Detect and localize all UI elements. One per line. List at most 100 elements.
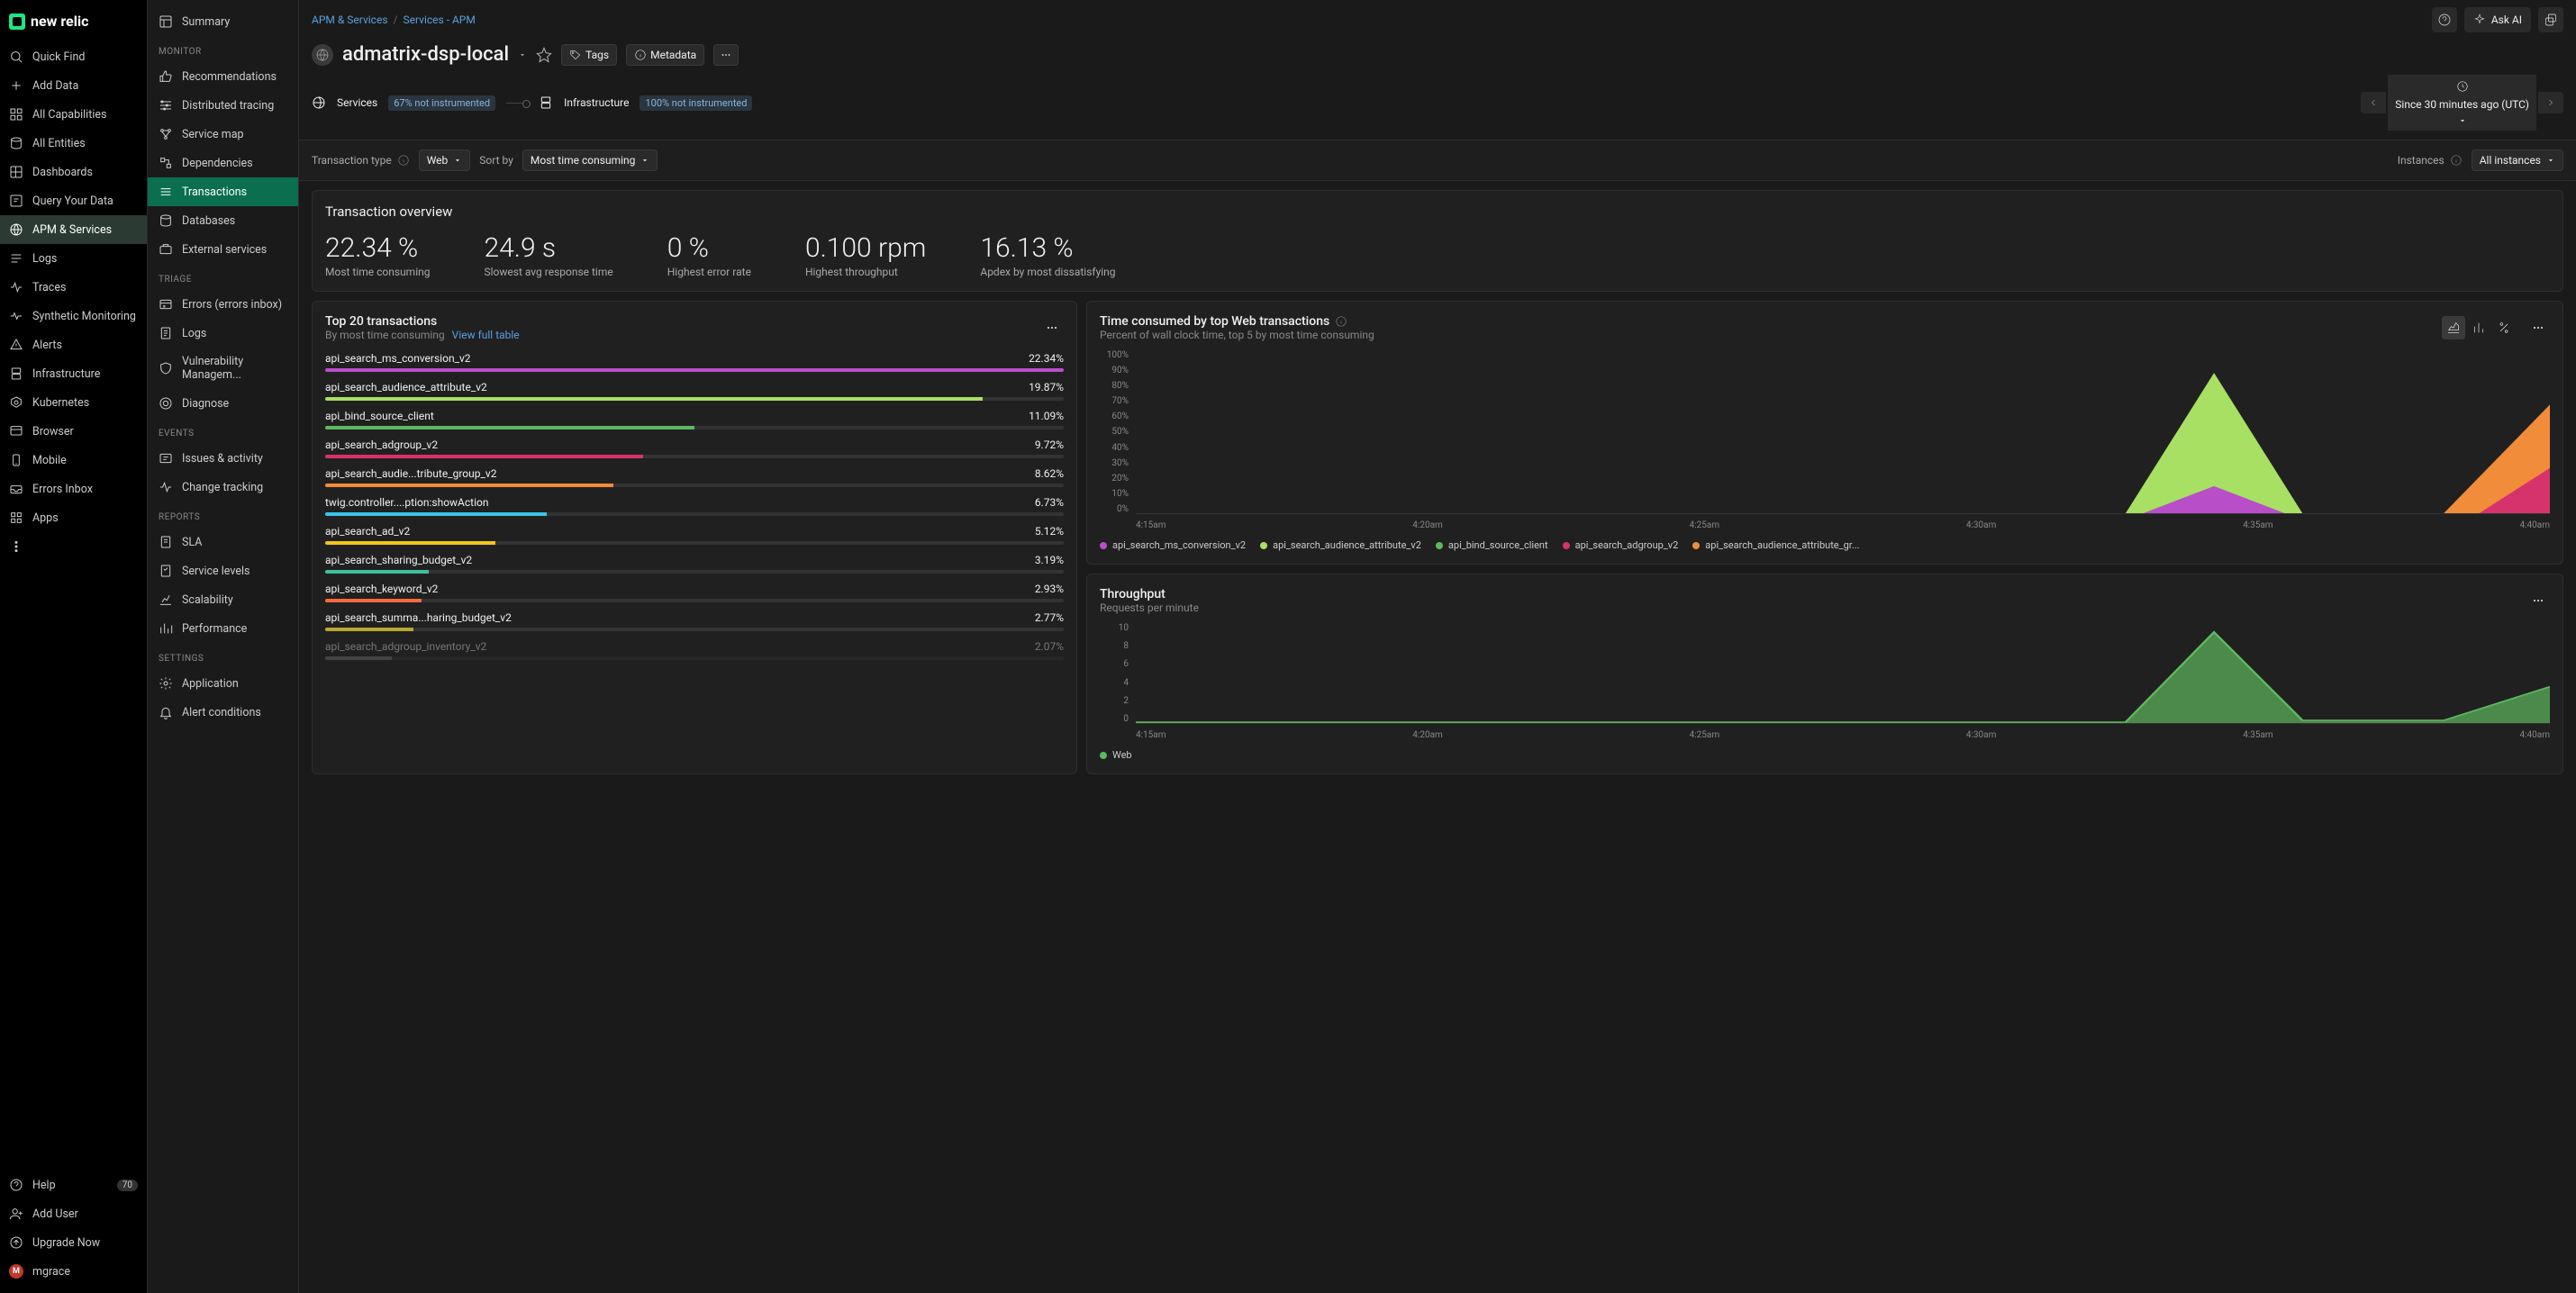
nav-dashboards[interactable]: Dashboards (0, 158, 147, 186)
sort-by-select[interactable]: Most time consuming (522, 149, 658, 171)
metadata-button[interactable]: Metadata (626, 44, 704, 66)
nav-mobile[interactable]: Mobile (0, 446, 147, 475)
tx-row[interactable]: api_search_ad_v25.12% (325, 525, 1064, 545)
tx-bar-bg (325, 368, 1064, 372)
card-menu-button[interactable] (1040, 316, 1064, 339)
sec-scalability[interactable]: Scalability (148, 585, 298, 614)
sec-performance[interactable]: Performance (148, 614, 298, 643)
title-caret-icon[interactable] (518, 50, 527, 60)
nav-logs[interactable]: Logs (0, 244, 147, 273)
nav-quick-find[interactable]: Quick Find (0, 42, 147, 71)
infra-badge[interactable]: 100% not instrumented (639, 95, 752, 111)
tx-row[interactable]: api_search_ms_conversion_v222.34% (325, 352, 1064, 372)
nav-add-data[interactable]: Add Data (0, 71, 147, 100)
legend-item[interactable]: Web (1100, 749, 1132, 761)
breadcrumb-link-1[interactable]: APM & Services (312, 14, 388, 26)
sec-summary[interactable]: Summary (148, 7, 298, 36)
time-range-button[interactable]: Since 30 minutes ago (UTC) (2388, 75, 2536, 131)
tx-row[interactable]: api_bind_source_client11.09% (325, 410, 1064, 429)
sec-issues-activity[interactable]: Issues & activity (148, 444, 298, 473)
nav-kubernetes[interactable]: Kubernetes (0, 388, 147, 417)
nav-mgrace[interactable]: Mmgrace (0, 1257, 147, 1286)
nav-apps[interactable]: Apps (0, 503, 147, 532)
tc-chart[interactable]: 100%90%80%70%60%50%40%30%20%10%0% 4:15am… (1100, 350, 2550, 530)
sec-errors-errors-inbox-[interactable]: Errors (errors inbox) (148, 290, 298, 319)
sec-distributed-tracing[interactable]: Distributed tracing (148, 91, 298, 120)
tx-row[interactable]: api_search_audience_attribute_v219.87% (325, 381, 1064, 401)
nav-traces[interactable]: Traces (0, 273, 147, 302)
breadcrumb-link-2[interactable]: Services - APM (403, 14, 475, 26)
logo[interactable]: new relic (0, 0, 147, 42)
kpi-label: Highest error rate (667, 266, 751, 278)
nav-apm-services[interactable]: APM & Services (0, 215, 147, 244)
sec-service-map[interactable]: Service map (148, 120, 298, 149)
sec-vulnerability-managem-[interactable]: Vulnerability Managem... (148, 348, 298, 389)
help-button[interactable] (2432, 7, 2457, 32)
time-next-button[interactable] (2538, 92, 2563, 113)
nav-browser[interactable]: Browser (0, 417, 147, 446)
more-actions-button[interactable] (713, 44, 739, 66)
nav-infrastructure[interactable]: Infrastructure (0, 359, 147, 388)
info-icon[interactable] (397, 154, 410, 167)
view-full-table-link[interactable]: View full table (452, 329, 520, 341)
sec-recommendations[interactable]: Recommendations (148, 62, 298, 91)
kpi[interactable]: 24.9 sSlowest avg response time (485, 232, 613, 278)
sec-sla[interactable]: SLA (148, 528, 298, 556)
sparkle-icon (2473, 14, 2486, 26)
tags-button[interactable]: Tags (561, 44, 617, 66)
tx-row[interactable]: api_search_keyword_v22.93% (325, 583, 1064, 602)
sec-application[interactable]: Application (148, 669, 298, 698)
services-badge[interactable]: 67% not instrumented (388, 95, 495, 111)
tp-chart[interactable]: 1086420 4:15am4:20am4:25am4:30am4:35am4:… (1100, 623, 2550, 740)
kpi[interactable]: 0 %Highest error rate (667, 232, 751, 278)
sec-service-levels[interactable]: Service levels (148, 556, 298, 585)
info-icon[interactable] (2450, 154, 2463, 167)
kpi[interactable]: 22.34 %Most time consuming (325, 232, 431, 278)
tx-row[interactable]: twig.controller....ption:showAction6.73% (325, 496, 1064, 516)
legend-item[interactable]: api_bind_source_client (1436, 539, 1548, 551)
tx-pct: 11.09% (1029, 410, 1064, 422)
nav-query-your-data[interactable]: Query Your Data (0, 186, 147, 215)
nav-upgrade-now[interactable]: Upgrade Now (0, 1228, 147, 1257)
kpi[interactable]: 16.13 %Apdex by most dissatisfying (980, 232, 1115, 278)
time-prev-button[interactable] (2361, 92, 2386, 113)
card-menu-button[interactable] (2526, 316, 2550, 339)
card-menu-button[interactable] (2526, 589, 2550, 612)
sec-databases[interactable]: Databases (148, 206, 298, 235)
sec-dependencies[interactable]: Dependencies (148, 149, 298, 177)
sec-change-tracking[interactable]: Change tracking (148, 473, 298, 502)
legend-item[interactable]: api_search_adgroup_v2 (1563, 539, 1679, 551)
sec-alert-conditions[interactable]: Alert conditions (148, 698, 298, 727)
ask-ai-button[interactable]: Ask AI (2464, 7, 2531, 32)
favorite-star-icon[interactable] (536, 47, 552, 63)
chart-pct-button[interactable] (2492, 316, 2516, 339)
nav-alerts[interactable]: Alerts (0, 330, 147, 359)
sec-transactions[interactable]: Transactions (148, 177, 298, 206)
tx-row[interactable]: api_search_sharing_budget_v23.19% (325, 554, 1064, 574)
share-button[interactable] (2538, 7, 2563, 32)
chart-area-button[interactable] (2442, 316, 2465, 339)
nav-help[interactable]: Help70 (0, 1171, 147, 1199)
info-icon[interactable] (1335, 315, 1347, 328)
nav-synthetic-monitoring[interactable]: Synthetic Monitoring (0, 302, 147, 330)
nav-all-capabilities[interactable]: All Capabilities (0, 100, 147, 129)
nav-more[interactable] (0, 532, 147, 561)
nav-errors-inbox[interactable]: Errors Inbox (0, 475, 147, 503)
tx-row[interactable]: api_search_audie...tribute_group_v28.62% (325, 467, 1064, 487)
legend-item[interactable]: api_search_audience_attribute_gr... (1692, 539, 1859, 551)
sec-diagnose[interactable]: Diagnose (148, 389, 298, 418)
nav-add-user[interactable]: Add User (0, 1199, 147, 1228)
kpi[interactable]: 0.100 rpmHighest throughput (805, 232, 926, 278)
sec-logs[interactable]: Logs (148, 319, 298, 348)
tx-row[interactable]: api_search_adgroup_v29.72% (325, 439, 1064, 458)
legend-item[interactable]: api_search_ms_conversion_v2 (1100, 539, 1246, 551)
sec-external-services[interactable]: External services (148, 235, 298, 264)
instances-select[interactable]: All instances (2472, 149, 2563, 171)
legend-item[interactable]: api_search_audience_attribute_v2 (1260, 539, 1421, 551)
nav-all-entities[interactable]: All Entities (0, 129, 147, 158)
chart-bar-button[interactable] (2467, 316, 2490, 339)
breadcrumb: APM & Services / Services - APM (312, 14, 476, 26)
tx-row[interactable]: api_search_summa...haring_budget_v22.77% (325, 611, 1064, 631)
tx-type-select[interactable]: Web (419, 149, 471, 171)
tx-row[interactable]: api_search_adgroup_inventory_v22.07% (325, 640, 1064, 660)
